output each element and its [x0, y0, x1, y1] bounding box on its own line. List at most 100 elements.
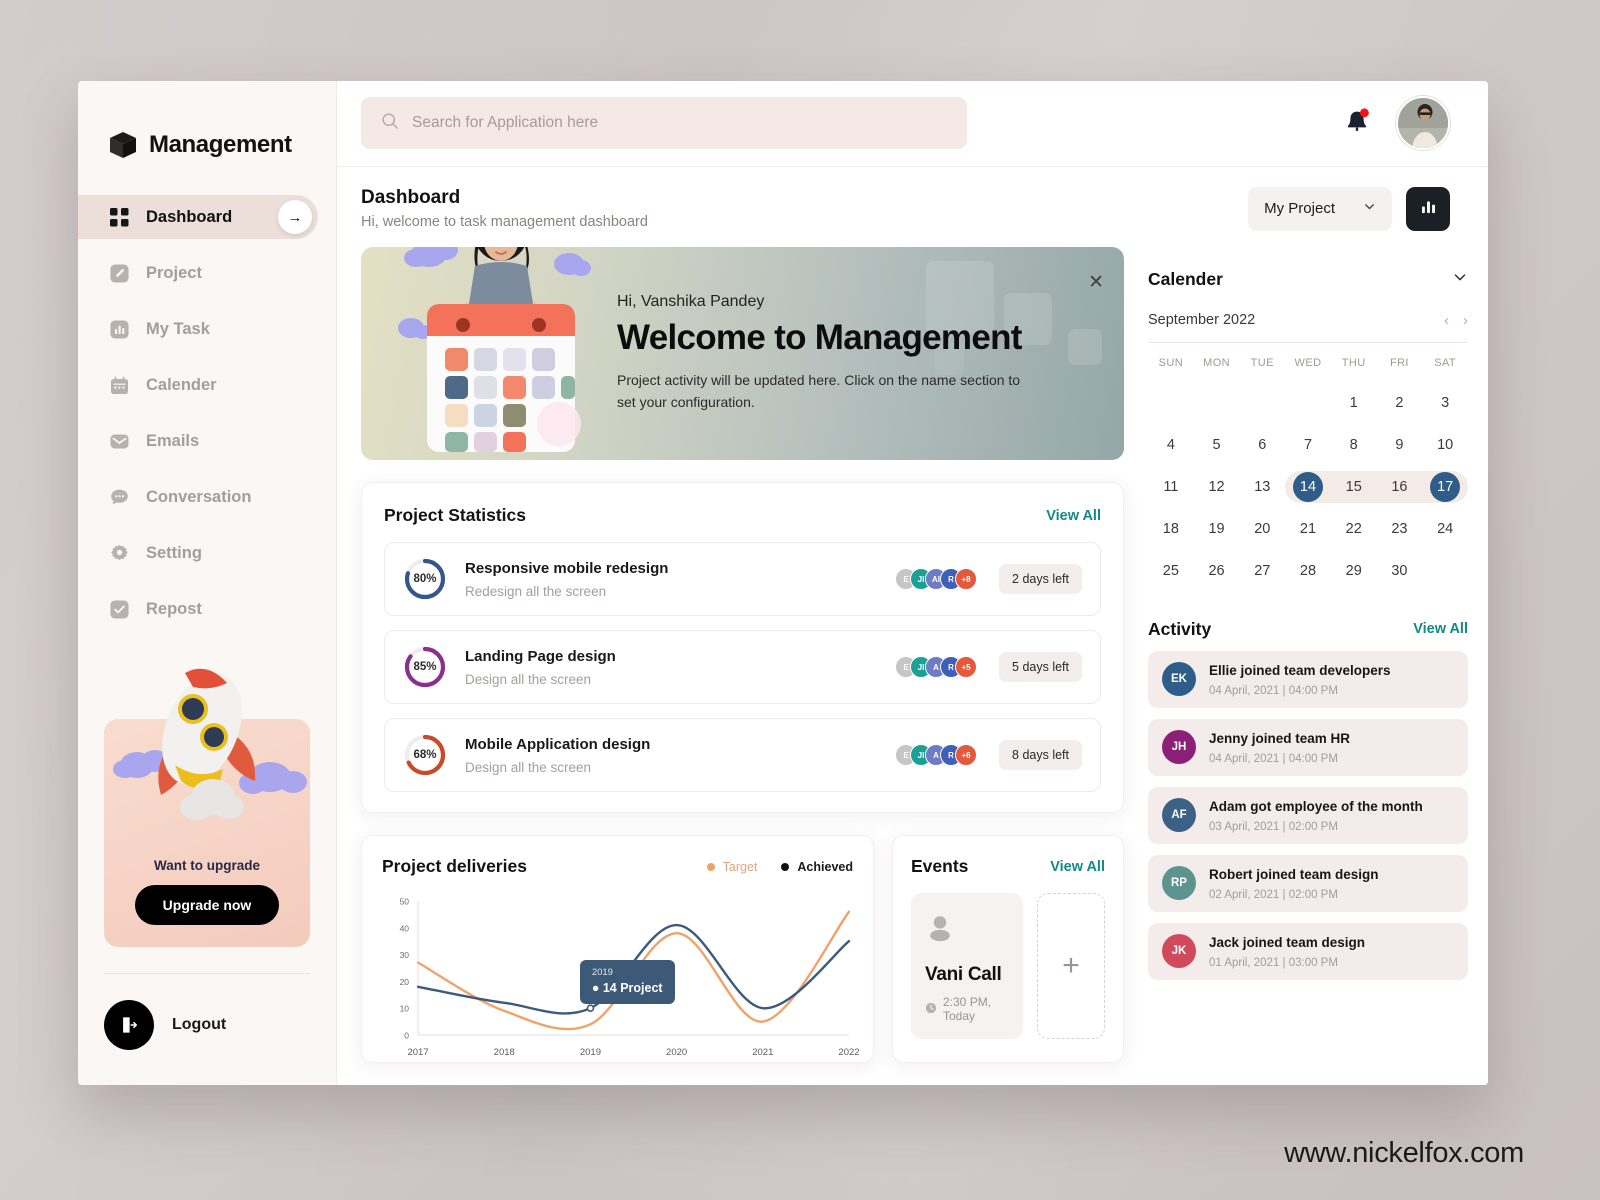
activity-header: Activity View All — [1148, 619, 1468, 640]
activity-avatar: AF — [1162, 798, 1196, 833]
logout-label: Logout — [172, 1016, 227, 1033]
sidebar-item-setting[interactable]: Setting — [78, 531, 318, 575]
search-input[interactable] — [412, 114, 947, 133]
calendar-day[interactable]: 6 — [1239, 429, 1285, 461]
edit-icon — [110, 264, 129, 283]
calendar-day[interactable]: 22 — [1331, 513, 1377, 545]
sidebar-item-project[interactable]: Project — [78, 251, 318, 295]
add-event-button[interactable]: + — [1037, 893, 1105, 1040]
project-select[interactable]: My Project — [1248, 186, 1392, 231]
activity-avatar: JH — [1162, 730, 1196, 765]
avatar-stack[interactable]: E JI A R +5 — [895, 656, 978, 679]
chevron-right-icon[interactable]: › — [1463, 312, 1468, 329]
calendar-day[interactable]: 12 — [1194, 471, 1240, 503]
calendar-day-number: 16 — [1391, 478, 1408, 495]
calendar-day[interactable]: 13 — [1239, 471, 1285, 503]
calendar-day[interactable]: 11 — [1148, 471, 1194, 503]
calendar-day[interactable]: 21 — [1285, 513, 1331, 545]
project-statistics-texts: Responsive mobile redesign Redesign all t… — [465, 560, 668, 599]
calendar-day[interactable]: 14 — [1285, 470, 1331, 503]
activity-item[interactable]: AF Adam got employee of the month 03 April… — [1148, 786, 1468, 844]
calendar-day[interactable]: 8 — [1331, 429, 1377, 461]
project-statistics-meta: E JI A R +6 8 days left — [895, 740, 1082, 771]
chevron-down-icon[interactable] — [1452, 269, 1468, 290]
project-statistics-row[interactable]: 68% Mobile Application design Design all t… — [384, 718, 1101, 793]
calendar-day[interactable]: 23 — [1377, 513, 1423, 545]
sidebar-item-label: My Task — [146, 319, 210, 338]
avatar-chip: +5 — [955, 656, 978, 679]
upgrade-now-button[interactable]: Upgrade now — [134, 885, 280, 925]
calendar-day[interactable]: 27 — [1239, 555, 1285, 587]
calendar-day[interactable]: 2 — [1377, 387, 1423, 419]
project-name: Responsive mobile redesign — [465, 559, 669, 577]
svg-text:40: 40 — [400, 924, 410, 934]
sidebar-item-emails[interactable]: Emails — [78, 419, 318, 463]
events-view-all[interactable]: View All — [1050, 859, 1105, 875]
calendar-day[interactable]: 10 — [1422, 429, 1468, 461]
avatar-stack[interactable]: E JI AI R +8 — [895, 568, 978, 591]
progress-value: 68% — [413, 749, 437, 762]
calendar-day[interactable]: 24 — [1422, 513, 1468, 545]
avatar[interactable] — [1396, 96, 1450, 151]
calendar-day[interactable]: 17 — [1422, 470, 1468, 503]
close-icon[interactable]: ✕ — [1088, 273, 1104, 292]
activity-item[interactable]: RP Robert joined team design 02 April, 202… — [1148, 854, 1468, 912]
project-description: Design all the screen — [465, 759, 592, 775]
calendar-day[interactable]: 18 — [1148, 513, 1194, 545]
bell-icon[interactable] — [1344, 108, 1370, 138]
sidebar-item-label: Conversation — [146, 487, 252, 506]
calendar-day-number: 30 — [1391, 562, 1408, 579]
project-description: Redesign all the screen — [465, 583, 607, 599]
calendar-day[interactable]: 9 — [1377, 429, 1423, 461]
calendar-day[interactable]: 19 — [1194, 513, 1240, 545]
search-bar[interactable] — [361, 97, 967, 150]
calendar-month: September 2022 — [1148, 312, 1256, 329]
calendar-day[interactable]: 1 — [1331, 387, 1377, 419]
chevron-left-icon[interactable]: ‹ — [1444, 312, 1449, 329]
calendar-day[interactable]: 28 — [1285, 555, 1331, 587]
calendar-grid[interactable]: SUN MON TUE WED THU FRI SAT 1 2 3 4 5 6 7 8 9 10 11 12 13 14… — [1148, 357, 1468, 587]
calendar-day[interactable]: 26 — [1194, 555, 1240, 587]
arrow-right-icon[interactable]: → — [278, 200, 312, 234]
logout-icon — [104, 1000, 154, 1050]
calendar-day[interactable]: 5 — [1194, 429, 1240, 461]
calendar-day[interactable]: 16 — [1376, 470, 1423, 503]
logout-button[interactable]: Logout — [78, 974, 336, 1050]
calendar-day[interactable]: 3 — [1422, 387, 1468, 419]
calendar-separator — [1148, 341, 1468, 343]
activity-date: 03 April, 2021 | 02:00 PM — [1209, 820, 1338, 833]
gear-icon — [110, 544, 129, 563]
project-statistics-meta: E JI AI R +8 2 days left — [895, 564, 1082, 595]
calendar-day[interactable]: 4 — [1148, 429, 1194, 461]
calendar-dow: THU — [1341, 356, 1366, 369]
banner-body: Project activity will be updated here. C… — [617, 372, 1021, 411]
calendar-day[interactable]: 20 — [1239, 513, 1285, 545]
project-statistics-row[interactable]: 80% Responsive mobile redesign Redesign al… — [384, 542, 1101, 617]
avatar-stack[interactable]: E JI A R +6 — [895, 744, 978, 767]
sidebar-item-repost[interactable]: Repost — [78, 587, 318, 631]
calendar-day[interactable]: 29 — [1331, 555, 1377, 587]
project-statistics-header: Project Statistics View All — [384, 505, 1101, 526]
chart-view-button[interactable] — [1406, 186, 1450, 231]
calendar-day-number: 22 — [1345, 520, 1362, 537]
sidebar-item-conversation[interactable]: Conversation — [78, 475, 318, 519]
sidebar-item-dashboard[interactable]: Dashboard → — [78, 195, 318, 239]
sidebar-item-my-task[interactable]: My Task — [78, 307, 318, 351]
events-title: Events — [911, 856, 969, 877]
calendar-day[interactable]: 25 — [1148, 555, 1194, 587]
line-chart[interactable]: 0 10 20 30 40 50 2017 2018 2019 2020 2021 2022 2019 ●… — [382, 893, 860, 1061]
calendar-day[interactable]: 15 — [1330, 470, 1377, 503]
chevron-down-icon — [1363, 200, 1376, 217]
event-item[interactable]: Vani Call 2:30 PM, Today — [911, 893, 1023, 1040]
calendar-day[interactable]: 7 — [1285, 429, 1331, 461]
calendar-day[interactable]: 30 — [1377, 555, 1423, 587]
activity-view-all[interactable]: View All — [1413, 621, 1468, 637]
project-statistics-row[interactable]: 85% Landing Page design Design all the scr… — [384, 630, 1101, 705]
activity-item[interactable]: JH Jenny joined team HR 04 April, 2021 | 0… — [1148, 718, 1468, 776]
activity-item[interactable]: EK Ellie joined team developers 04 April, … — [1148, 650, 1468, 708]
project-statistics-view-all[interactable]: View All — [1046, 508, 1101, 524]
dashboard-content: Hi, Vanshika Pandey Welcome to Managemen… — [337, 246, 1488, 1085]
sidebar: Management Dashboard → Project My Task C… — [78, 81, 337, 1085]
sidebar-item-calender[interactable]: Calender — [78, 363, 318, 407]
activity-item[interactable]: JK Jack joined team design 01 April, 2021 … — [1148, 922, 1468, 980]
